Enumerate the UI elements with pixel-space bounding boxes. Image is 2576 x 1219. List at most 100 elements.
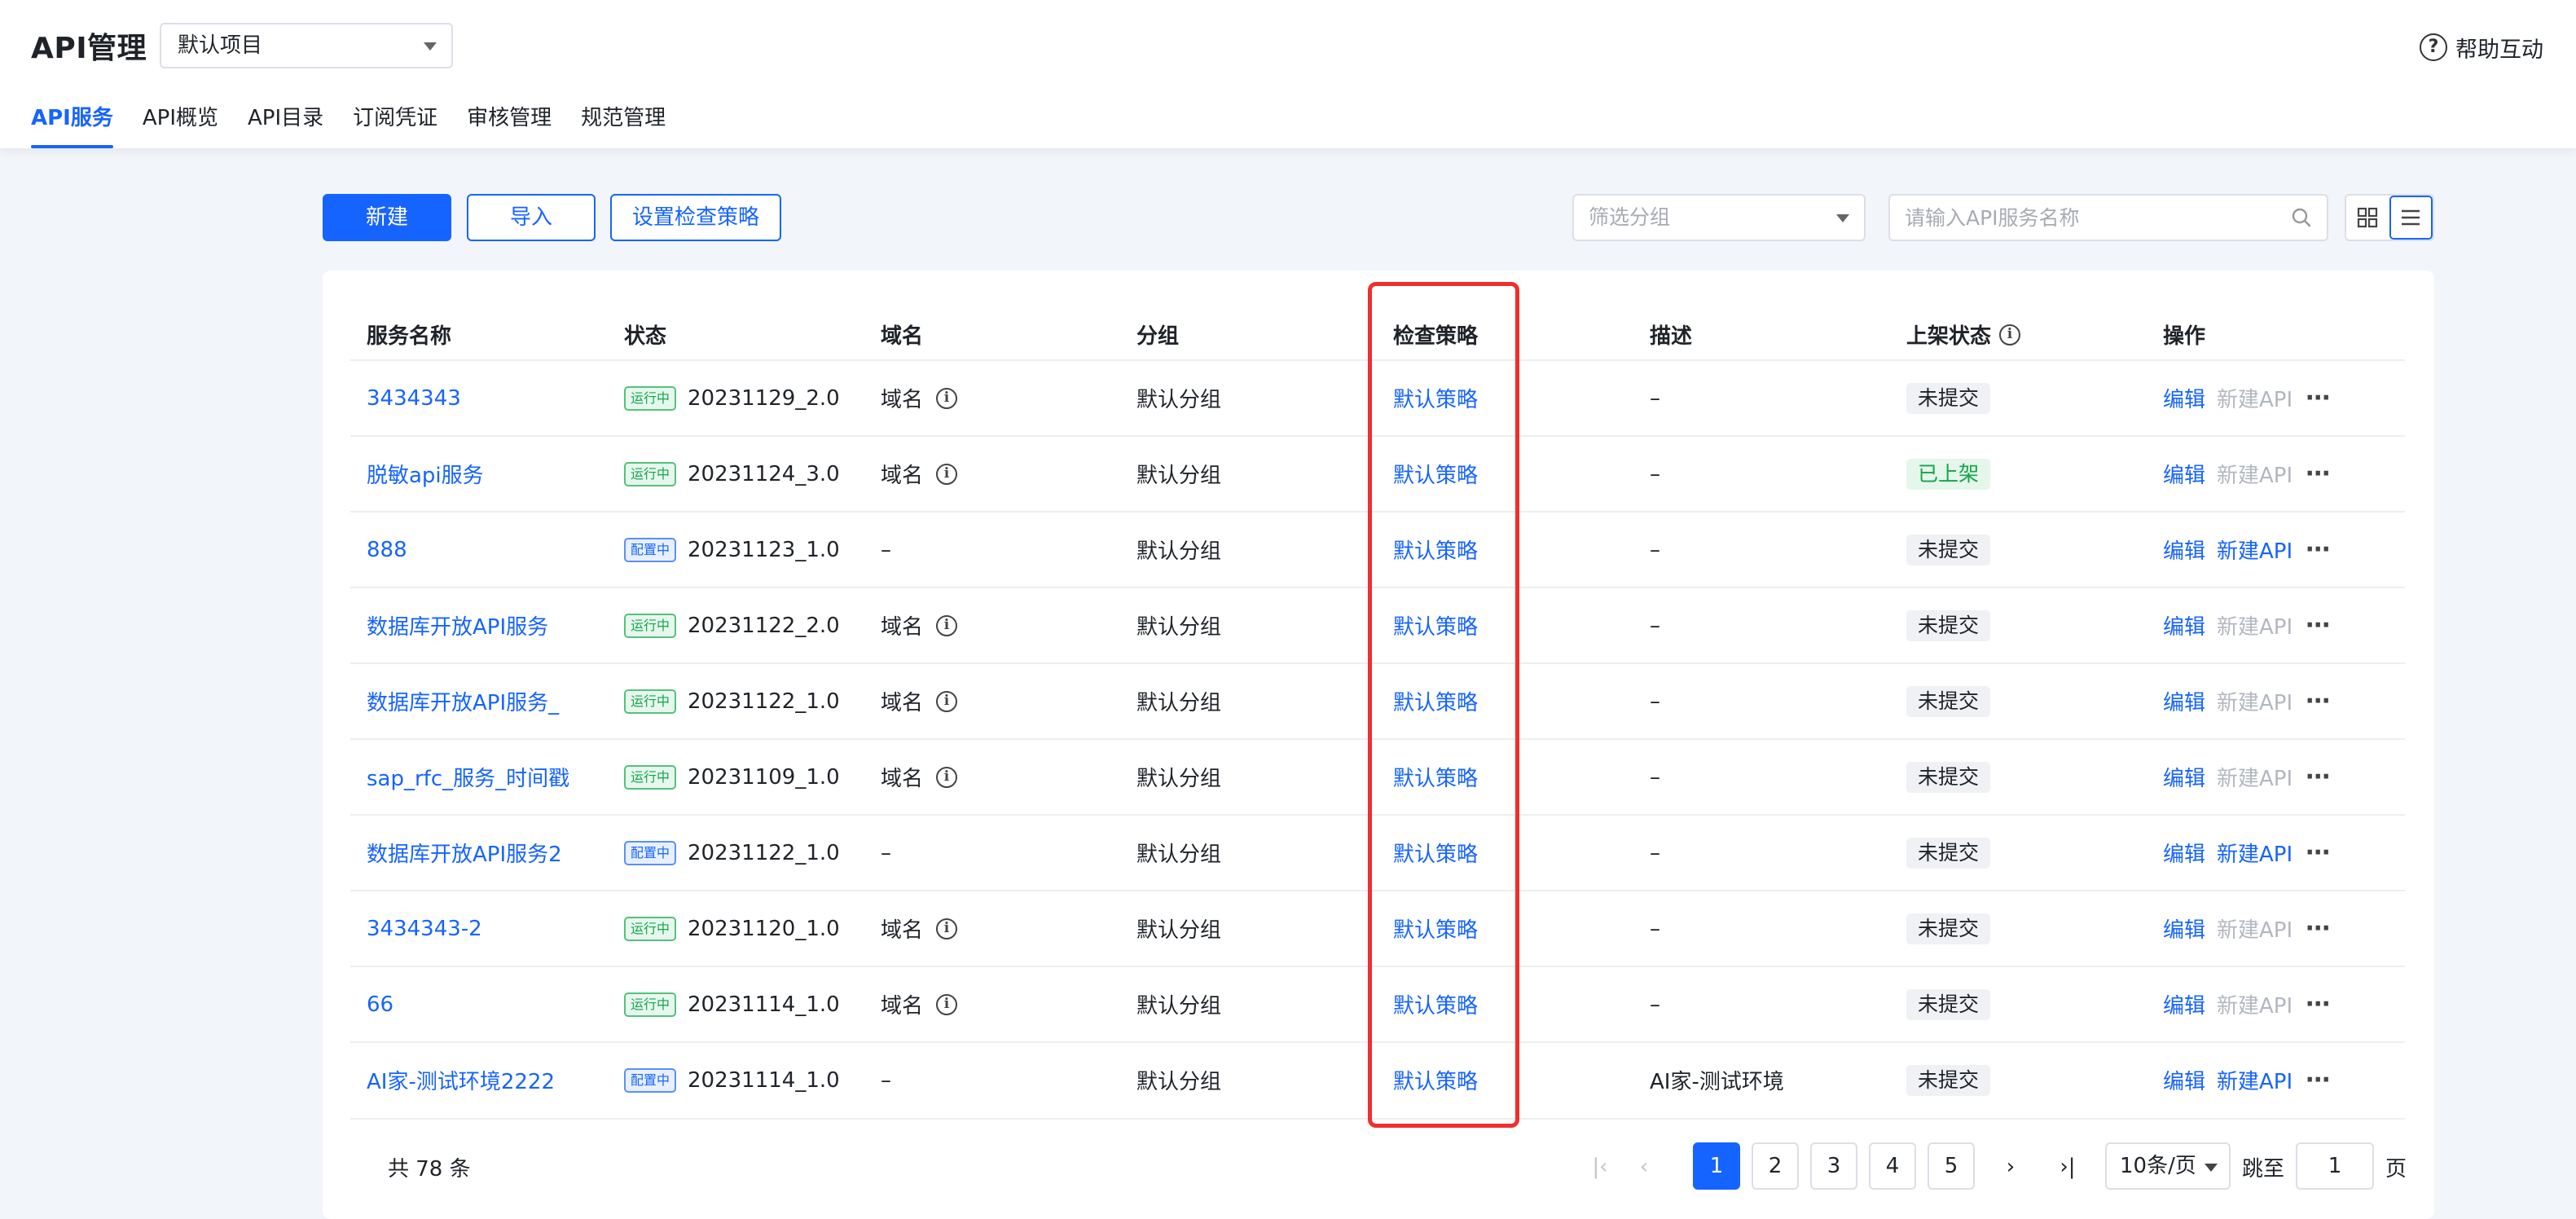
service-name-link[interactable]: 脱敏api服务: [367, 459, 484, 489]
service-name-link[interactable]: AI家-测试环境2222: [367, 1065, 555, 1095]
more-icon[interactable]: ⋯: [2306, 914, 2331, 943]
page-button-3[interactable]: 3: [1810, 1142, 1857, 1190]
info-icon[interactable]: i: [1999, 323, 2021, 345]
info-icon[interactable]: i: [936, 463, 958, 485]
description-text: –: [1650, 461, 1660, 486]
project-select[interactable]: 默认项目: [160, 23, 453, 68]
new-api-button[interactable]: 新建API: [2217, 535, 2292, 565]
info-icon[interactable]: i: [936, 918, 958, 940]
service-name-link[interactable]: sap_rfc_服务_时间戳: [367, 762, 569, 792]
more-icon[interactable]: ⋯: [2306, 384, 2331, 412]
tab-subscription-credentials[interactable]: 订阅凭证: [353, 101, 437, 148]
help-link[interactable]: ? 帮助互动: [2420, 31, 2543, 64]
check-policy-link[interactable]: 默认策略: [1393, 383, 1478, 413]
prev-page-icon[interactable]: ‹: [1621, 1144, 1667, 1190]
new-api-button[interactable]: 新建API: [2217, 838, 2292, 868]
check-policy-link[interactable]: 默认策略: [1393, 610, 1478, 640]
service-name-link[interactable]: 3434343-2: [367, 917, 482, 941]
edit-button[interactable]: 编辑: [2163, 989, 2205, 1019]
search-icon[interactable]: [2291, 207, 2312, 228]
service-name-link[interactable]: 数据库开放API服务: [367, 610, 548, 640]
version-text: 20231109_1.0: [688, 764, 840, 790]
more-icon[interactable]: ⋯: [2306, 1066, 2331, 1094]
edit-button[interactable]: 编辑: [2163, 838, 2205, 868]
more-icon[interactable]: ⋯: [2306, 460, 2331, 488]
tab-review-management[interactable]: 审核管理: [467, 101, 552, 148]
more-icon[interactable]: ⋯: [2306, 763, 2331, 791]
info-icon[interactable]: i: [936, 993, 958, 1015]
description-text: –: [1650, 764, 1660, 790]
domain-text: 域名: [881, 994, 924, 1019]
column-header-shelf-status: 上架状态 i: [1906, 319, 2021, 350]
status-badge: 运行中: [624, 992, 677, 1017]
column-header-check-policy: 检查策略: [1393, 324, 1479, 349]
jump-page-input[interactable]: [2296, 1142, 2374, 1190]
edit-button[interactable]: 编辑: [2163, 1065, 2205, 1095]
new-api-button[interactable]: 新建API: [2217, 1065, 2292, 1095]
tab-spec-management[interactable]: 规范管理: [581, 101, 666, 148]
page-button-5[interactable]: 5: [1928, 1142, 1975, 1190]
check-policy-link[interactable]: 默认策略: [1393, 1065, 1478, 1095]
domain-text: –: [881, 1067, 891, 1093]
group-filter-select[interactable]: 筛选分组: [1572, 194, 1866, 241]
new-button[interactable]: 新建: [323, 194, 451, 241]
info-icon[interactable]: i: [936, 690, 958, 712]
group-text: 默认分组: [1136, 843, 1222, 867]
service-name-link[interactable]: 888: [367, 538, 407, 562]
info-icon[interactable]: i: [936, 387, 958, 409]
description-text: –: [1650, 992, 1660, 1017]
more-icon[interactable]: ⋯: [2306, 535, 2331, 564]
check-policy-link[interactable]: 默认策略: [1393, 838, 1478, 868]
edit-button[interactable]: 编辑: [2163, 762, 2205, 792]
page-button-2[interactable]: 2: [1752, 1142, 1799, 1190]
service-name-link[interactable]: 数据库开放API服务2: [367, 838, 562, 868]
status-badge: 配置中: [624, 537, 677, 562]
more-icon[interactable]: ⋯: [2306, 687, 2331, 715]
shelf-status-badge: 未提交: [1906, 534, 1991, 565]
check-policy-link[interactable]: 默认策略: [1393, 686, 1478, 716]
help-label: 帮助互动: [2455, 37, 2543, 63]
more-icon[interactable]: ⋯: [2306, 990, 2331, 1019]
list-view-button[interactable]: [2389, 196, 2433, 240]
next-page-icon[interactable]: ›: [1988, 1144, 2033, 1190]
info-icon[interactable]: i: [936, 614, 958, 636]
page-size-select[interactable]: 10条/页: [2105, 1142, 2231, 1190]
caret-down-icon: [2205, 1164, 2218, 1172]
page-button-1[interactable]: 1: [1693, 1142, 1740, 1190]
version-text: 20231114_1.0: [688, 1067, 840, 1093]
tab-api-catalog[interactable]: API目录: [248, 101, 323, 148]
set-check-policy-button[interactable]: 设置检查策略: [610, 194, 781, 241]
table-row: 888 配置中 20231123_1.0 – 默认分组 默认策略 – 未提交 编辑 新建API ⋯: [350, 511, 2405, 587]
service-name-link[interactable]: 66: [367, 992, 393, 1017]
column-header-status: 状态: [624, 324, 667, 349]
check-policy-link[interactable]: 默认策略: [1393, 989, 1478, 1019]
last-page-icon[interactable]: ›|: [2045, 1144, 2090, 1190]
check-policy-link[interactable]: 默认策略: [1393, 459, 1478, 489]
service-name-link[interactable]: 数据库开放API服务_: [367, 686, 559, 716]
check-policy-link[interactable]: 默认策略: [1393, 535, 1478, 565]
grid-view-button[interactable]: [2346, 196, 2389, 240]
column-header-domain: 域名: [881, 324, 924, 349]
more-icon[interactable]: ⋯: [2306, 611, 2331, 640]
edit-button[interactable]: 编辑: [2163, 383, 2205, 413]
more-icon[interactable]: ⋯: [2306, 838, 2331, 867]
service-name-link[interactable]: 3434343: [367, 386, 461, 411]
tab-api-overview[interactable]: API概览: [143, 101, 218, 148]
first-page-icon[interactable]: |‹: [1577, 1144, 1623, 1190]
check-policy-link[interactable]: 默认策略: [1393, 762, 1478, 792]
edit-button[interactable]: 编辑: [2163, 913, 2205, 944]
tab-api-service[interactable]: API服务: [31, 101, 113, 148]
column-header-description: 描述: [1650, 324, 1693, 349]
group-text: 默认分组: [1136, 1070, 1222, 1094]
domain-text: 域名: [881, 615, 924, 640]
edit-button[interactable]: 编辑: [2163, 610, 2205, 640]
info-icon[interactable]: i: [936, 766, 958, 788]
check-policy-link[interactable]: 默认策略: [1393, 913, 1478, 944]
page-button-4[interactable]: 4: [1869, 1142, 1916, 1190]
edit-button[interactable]: 编辑: [2163, 535, 2205, 565]
edit-button[interactable]: 编辑: [2163, 459, 2205, 489]
import-button[interactable]: 导入: [467, 194, 596, 241]
total-count: 共 78 条: [388, 1157, 471, 1182]
search-input[interactable]: [1890, 196, 2265, 240]
edit-button[interactable]: 编辑: [2163, 686, 2205, 716]
